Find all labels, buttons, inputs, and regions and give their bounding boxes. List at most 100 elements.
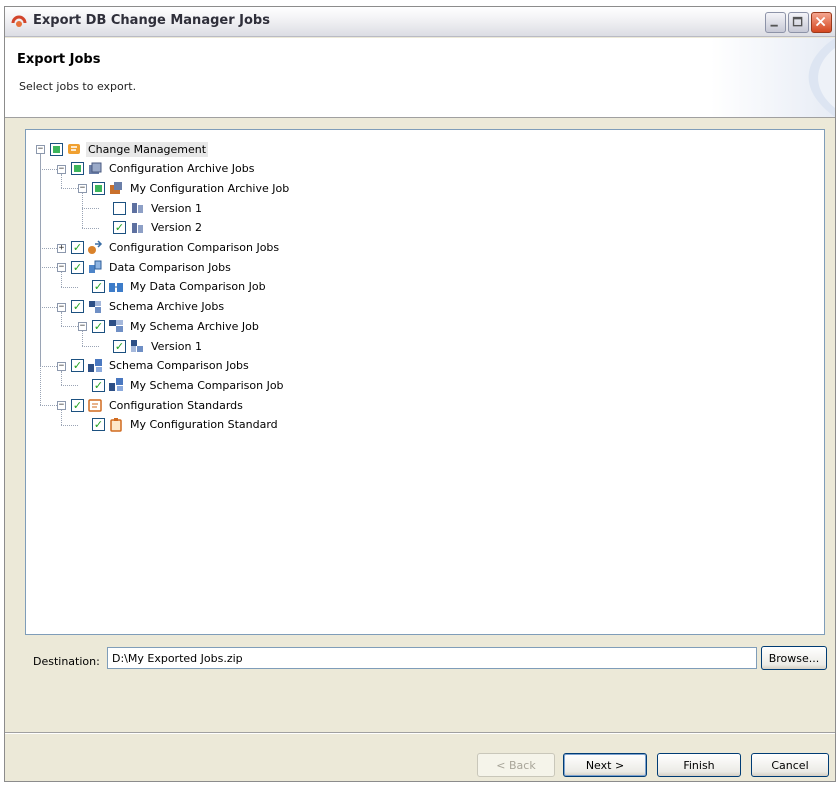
wizard-banner: Export Jobs Select jobs to export.: [5, 38, 835, 118]
tree-node[interactable]: Data Comparison Jobs: [71, 258, 233, 276]
tree-node-label: My Configuration Standard: [130, 418, 278, 432]
minimize-button[interactable]: [765, 12, 786, 33]
cancel-button[interactable]: Cancel: [751, 753, 829, 777]
tree-node[interactable]: Configuration Comparison Jobs: [71, 239, 281, 257]
collapse-icon[interactable]: −: [57, 263, 66, 273]
schema-comparison-job-icon: [109, 378, 123, 392]
tree-node-label: Schema Archive Jobs: [109, 300, 225, 314]
tree-connector: [61, 385, 78, 387]
maximize-button[interactable]: [788, 12, 809, 33]
config-standard-icon: [110, 417, 122, 432]
tree-connector: [82, 346, 99, 347]
expand-icon[interactable]: +: [57, 243, 66, 253]
tree-node-checkbox[interactable]: [71, 398, 84, 412]
tree-node-label: Configuration Comparison Jobs: [109, 241, 280, 254]
tree-node[interactable]: My Configuration Archive Job: [92, 179, 291, 197]
next-button[interactable]: Next >: [563, 753, 647, 777]
collapse-icon[interactable]: −: [57, 361, 66, 371]
tree-node[interactable]: My Data Comparison Job: [92, 278, 268, 296]
tree-connector: [82, 331, 83, 346]
tree-connector: [61, 370, 62, 386]
tree-node-checkbox[interactable]: [50, 142, 63, 156]
tree-connector: [61, 410, 62, 425]
tree-node[interactable]: Schema Archive Jobs: [71, 298, 226, 316]
maximize-icon: [792, 16, 803, 27]
tree-node-checkbox[interactable]: [71, 300, 84, 314]
tree-connector: [82, 193, 83, 228]
tree-node[interactable]: My Schema Comparison Job: [92, 376, 286, 394]
tree-node-label: My Configuration Archive Job: [130, 181, 290, 195]
tree-node[interactable]: My Configuration Standard: [92, 416, 280, 434]
tree-node-label: Version 2: [151, 221, 202, 235]
schema-archive-icon: [89, 300, 101, 313]
app-icon: [11, 15, 27, 27]
data-comparison-icon: [89, 260, 102, 274]
close-button[interactable]: [811, 12, 832, 33]
tree-node[interactable]: Configuration Standards: [71, 396, 245, 414]
tree-node-label: Version 1: [151, 201, 202, 215]
tree-node-checkbox[interactable]: [71, 162, 84, 176]
finish-button[interactable]: Finish: [657, 753, 741, 777]
tree-node-label: Data Comparison Jobs: [109, 260, 231, 274]
tree-node[interactable]: Configuration Archive Jobs: [71, 160, 256, 178]
tree-node-checkbox[interactable]: [92, 319, 105, 333]
schema-archive-job-icon: [109, 320, 123, 333]
tree-connector: [61, 311, 62, 327]
data-comparison-job-icon: [109, 282, 123, 292]
tree-node-label: My Data Comparison Job: [130, 280, 266, 294]
tree-node-label: My Schema Archive Job: [130, 319, 259, 333]
tree-node-label: Change Management: [86, 141, 209, 157]
destination-input[interactable]: [107, 647, 757, 669]
tree-node-checkbox[interactable]: [71, 241, 84, 254]
tree-node[interactable]: Version 2: [113, 219, 204, 237]
tree-connector: [40, 306, 57, 308]
tree-connector: [40, 247, 57, 249]
config-standards-icon: [88, 399, 102, 412]
page-description: Select jobs to export.: [19, 80, 137, 93]
back-button[interactable]: < Back: [477, 753, 555, 777]
tree-node-checkbox[interactable]: [113, 339, 126, 353]
tree-connector: [82, 208, 99, 210]
destination-label: Destination:: [33, 655, 100, 668]
tree-node-label: Configuration Archive Jobs: [109, 162, 255, 176]
tree-connector: [82, 227, 99, 229]
job-tree[interactable]: Change Management − Configuration Archive …: [25, 129, 825, 635]
tree-node[interactable]: Version 1: [113, 199, 204, 217]
tree-node-label: Schema Comparison Jobs: [109, 359, 249, 373]
archive-job-icon: [110, 182, 122, 195]
export-dialog: Export DB Change Manager Jobs Export Job…: [4, 6, 836, 782]
tree-node[interactable]: Change Management: [50, 140, 209, 158]
collapse-icon[interactable]: −: [78, 184, 87, 194]
tree-connector: [61, 272, 62, 287]
comparison-icon: [88, 239, 103, 254]
tree-connector: [40, 405, 57, 407]
collapse-icon[interactable]: −: [57, 401, 66, 411]
tree-connector: [61, 188, 78, 190]
tree-node-label: Version 1: [151, 339, 202, 353]
tree-connector: [40, 154, 41, 406]
browse-button[interactable]: Browse...: [761, 646, 827, 670]
title-bar: Export DB Change Manager Jobs: [5, 7, 835, 37]
tree-node-checkbox[interactable]: [92, 378, 105, 392]
tree-node-label: Configuration Standards: [109, 398, 243, 412]
tree-node[interactable]: Schema Comparison Jobs: [71, 357, 251, 375]
window-title: Export DB Change Manager Jobs: [33, 13, 270, 28]
change-management-icon: [68, 144, 80, 154]
footer-separator: [5, 732, 835, 734]
version-icon: [132, 203, 143, 214]
collapse-icon[interactable]: −: [57, 302, 66, 312]
page-title: Export Jobs: [17, 52, 101, 67]
tree-node-checkbox[interactable]: [71, 260, 84, 274]
tree-node-checkbox[interactable]: [92, 181, 105, 195]
collapse-icon[interactable]: −: [36, 145, 45, 154]
tree-node[interactable]: Version 1: [113, 337, 204, 355]
version-icon: [132, 222, 143, 233]
tree-node-checkbox[interactable]: [92, 418, 105, 432]
tree-node-checkbox[interactable]: [71, 359, 84, 373]
tree-node-checkbox[interactable]: [92, 280, 105, 294]
tree-node-checkbox[interactable]: [113, 201, 126, 215]
tree-node-checkbox[interactable]: [113, 221, 126, 235]
collapse-icon[interactable]: −: [78, 322, 87, 332]
tree-node[interactable]: My Schema Archive Job: [92, 317, 261, 335]
collapse-icon[interactable]: −: [57, 164, 66, 174]
